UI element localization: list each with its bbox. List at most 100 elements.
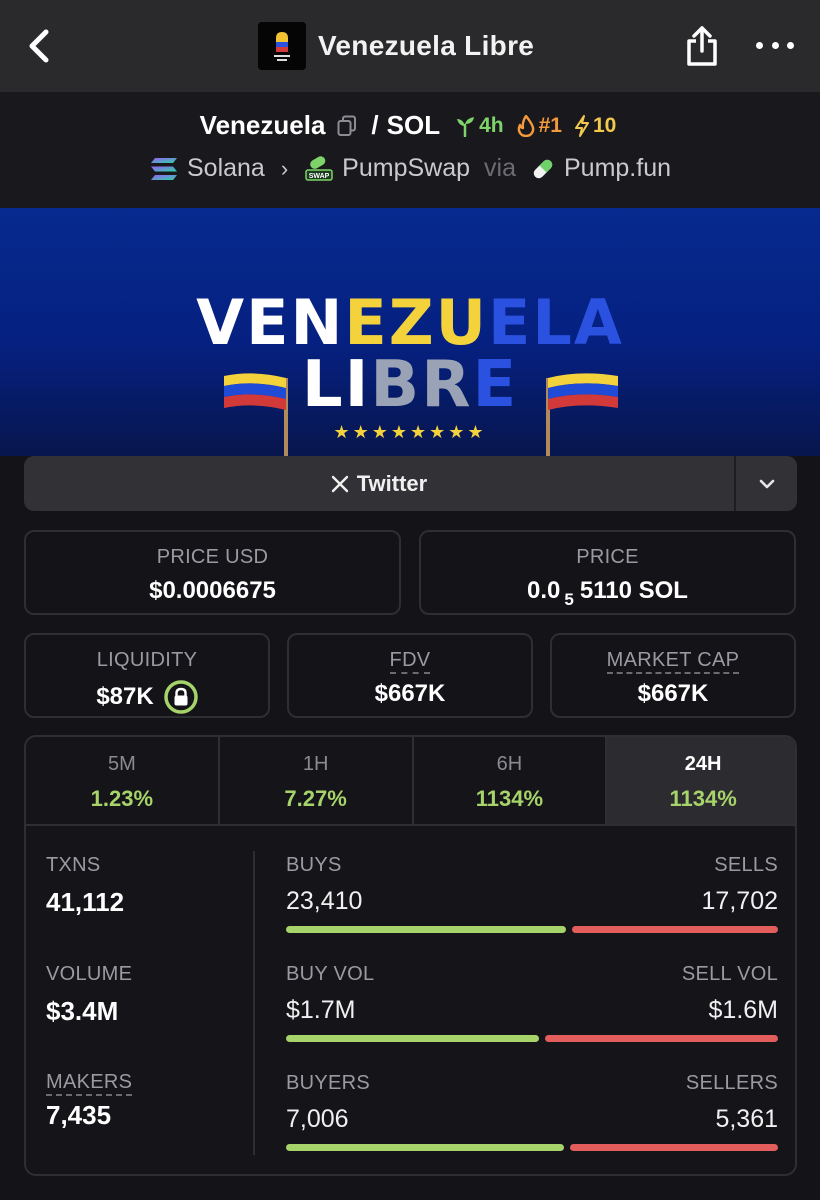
- fdv-value: $667K: [374, 680, 446, 707]
- sellers-bar: [570, 1144, 778, 1151]
- buy-sell-volume-row: BUY VOL SELL VOL $1.7M $1.6M: [286, 963, 778, 1042]
- page-title: Venezuela Libre: [318, 30, 535, 61]
- launchpad-link[interactable]: Pump.fun: [564, 154, 671, 183]
- tab-5m[interactable]: 5M 1.23%: [26, 737, 220, 824]
- txns-label: TXNS: [46, 854, 101, 876]
- boost-badge: 10: [574, 114, 616, 138]
- price-sol-card: PRICE 0.0 5 5110 SOL: [419, 530, 796, 615]
- tab-1h[interactable]: 1H 7.27%: [220, 737, 414, 824]
- makers-value: 7,435: [46, 1100, 112, 1130]
- rank-badge-text: #1: [538, 113, 562, 137]
- banner-stars: ★★★★★★★★: [333, 422, 487, 443]
- liquidity-value: $87K: [96, 683, 154, 710]
- buy-vol-bar: [286, 1035, 540, 1042]
- twitter-button[interactable]: Twitter: [24, 456, 734, 511]
- price-sol-prefix: 0.0: [527, 577, 561, 604]
- chevron-down-icon: [759, 479, 774, 488]
- share-icon[interactable]: [684, 24, 720, 68]
- dex-link[interactable]: PumpSwap: [342, 154, 470, 183]
- age-badge: 4h: [454, 114, 504, 138]
- sells-value: 17,702: [701, 887, 778, 915]
- liquidity-card: LIQUIDITY $87K: [24, 633, 270, 718]
- rank-badge: #1: [516, 114, 562, 138]
- chevron-left-icon[interactable]: [22, 26, 58, 66]
- buys-sells-bar: [286, 926, 778, 933]
- lightning-icon: [574, 114, 589, 137]
- column-divider: [253, 851, 255, 1155]
- market-cap-value: $667K: [637, 680, 709, 707]
- activity-panel: 5M 1.23% 1H 7.27% 6H 1134% 24H 1134% TXN…: [24, 735, 797, 1176]
- quote-token-name: SOL: [386, 110, 441, 140]
- txns-value: 41,112: [46, 887, 125, 917]
- sells-bar: [571, 926, 778, 933]
- volume-value: $3.4M: [46, 996, 119, 1026]
- price-usd-card: PRICE USD $0.0006675: [24, 530, 401, 615]
- buyers-value: 7,006: [286, 1105, 349, 1133]
- sprout-icon: [457, 116, 475, 137]
- tab-5m-change: 1.23%: [90, 786, 154, 811]
- timeframe-tabs: 5M 1.23% 1H 7.27% 6H 1134% 24H 1134%: [26, 737, 795, 826]
- buy-sell-volume-bar: [286, 1035, 778, 1042]
- sellers-value: 5,361: [715, 1105, 778, 1133]
- pair-separator: /: [371, 110, 379, 140]
- buys-label: BUYS: [286, 854, 342, 876]
- base-token-name: Venezuela: [199, 110, 326, 140]
- pair-header: Venezuela / SOL 4h #1 10 Solana › SWAP P…: [0, 92, 820, 208]
- pill-icon: [533, 159, 553, 178]
- sellers-label: SELLERS: [685, 1072, 778, 1094]
- x-logo-icon: [331, 475, 348, 492]
- chevron-right-icon: ›: [280, 155, 289, 181]
- tab-1h-label: 1H: [302, 753, 329, 775]
- svg-text:SWAP: SWAP: [309, 173, 330, 180]
- tab-1h-change: 7.27%: [284, 786, 347, 811]
- tab-5m-label: 5M: [107, 753, 136, 775]
- market-cap-label[interactable]: MARKET CAP: [606, 649, 740, 674]
- fdv-card: FDV $667K: [287, 633, 533, 718]
- price-usd-value: $0.0006675: [149, 577, 276, 604]
- liquidity-label: LIQUIDITY: [96, 649, 198, 671]
- price-usd-label: PRICE USD: [156, 546, 269, 568]
- price-sol-suffix: 5110 SOL: [579, 577, 688, 604]
- token-banner-image: VENEZUELA LIBRE ★★★★★★★★: [0, 208, 820, 456]
- price-sol-zero-count: 5: [564, 590, 574, 609]
- flag-right-icon: [546, 373, 618, 456]
- buyers-sellers-bar: [286, 1144, 778, 1151]
- buys-bar: [286, 926, 566, 933]
- tab-6h-label: 6H: [496, 753, 523, 775]
- fdv-label[interactable]: FDV: [389, 649, 431, 674]
- buys-sells-row: BUYS SELLS 23,410 17,702: [286, 854, 778, 933]
- flame-icon: [517, 114, 534, 137]
- tab-24h-change: 1134%: [669, 786, 737, 811]
- buys-value: 23,410: [286, 887, 363, 915]
- tab-6h-change: 1134%: [475, 786, 544, 811]
- sell-vol-bar: [545, 1035, 778, 1042]
- sell-vol-value: $1.6M: [708, 996, 778, 1024]
- flag-left-icon: [224, 373, 288, 456]
- tab-24h[interactable]: 24H 1134%: [607, 737, 795, 824]
- token-avatar: [258, 22, 306, 70]
- social-links-bar: Twitter: [24, 456, 797, 511]
- via-label: via: [484, 154, 516, 182]
- age-badge-text: 4h: [479, 113, 504, 137]
- copy-icon[interactable]: [337, 115, 357, 137]
- lock-icon[interactable]: [163, 680, 198, 714]
- sell-vol-label: SELL VOL: [681, 963, 778, 985]
- token-header: Venezuela Libre: [258, 22, 534, 70]
- pumpswap-icon: SWAP: [305, 155, 333, 181]
- buyers-sellers-row: BUYERS SELLERS 7,006 5,361: [286, 1072, 778, 1151]
- top-nav-bar: Venezuela Libre: [0, 0, 820, 92]
- volume-label: VOLUME: [46, 963, 133, 985]
- buyers-label: BUYERS: [286, 1072, 371, 1094]
- market-cap-card: MARKET CAP $667K: [550, 633, 796, 718]
- chain-link[interactable]: Solana: [187, 154, 265, 183]
- boost-badge-text: 10: [592, 113, 617, 137]
- solana-icon: [150, 157, 177, 180]
- buyers-bar: [286, 1144, 565, 1151]
- makers-label[interactable]: MAKERS: [46, 1071, 133, 1096]
- buy-vol-label: BUY VOL: [286, 963, 375, 985]
- banner-title-line2: LIBRE: [301, 348, 519, 422]
- price-sol-label: PRICE: [576, 546, 639, 568]
- tab-6h[interactable]: 6H 1134%: [414, 737, 608, 824]
- links-dropdown-button[interactable]: [734, 456, 797, 511]
- more-dots-icon[interactable]: [756, 38, 794, 52]
